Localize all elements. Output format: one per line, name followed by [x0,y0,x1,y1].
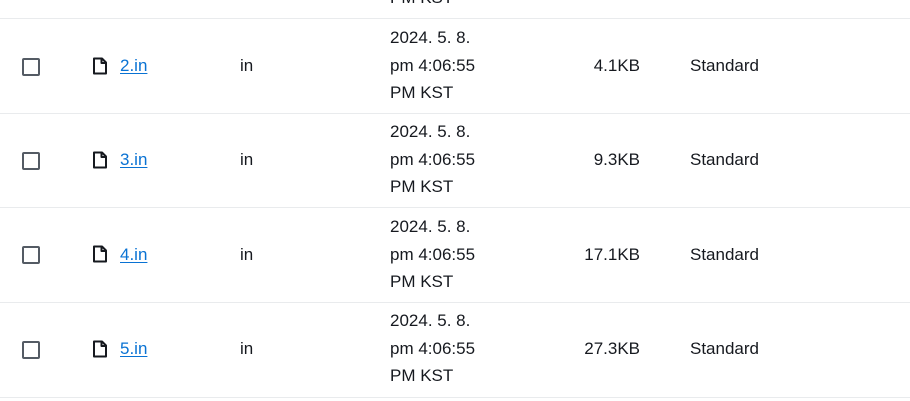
object-name-link[interactable]: 3.in [120,149,147,171]
last-modified-date: 2024. 5. 8. [390,122,471,141]
row-select-checkbox[interactable] [22,58,40,76]
last-modified: 2024. 5. 8. pm 4:06:55 PM KST [390,213,475,296]
file-icon [93,57,107,75]
object-name-link[interactable]: 4.in [120,244,147,266]
object-size: 27.3KB [584,339,640,358]
storage-class: Standard [690,56,759,75]
last-modified-time: pm 4:06:55 [390,55,476,75]
object-name-link[interactable]: 2.in [120,55,147,77]
row-select-checkbox[interactable] [22,152,40,170]
table-row[interactable]: 3.in in 2024. 5. 8. pm 4:06:55 PM KST 9.… [0,114,910,207]
row-select-checkbox[interactable] [22,246,40,264]
storage-class: Standard [690,339,759,358]
object-type: in [240,150,254,169]
object-size: 4.1KB [593,56,640,75]
last-modified-date: 2024. 5. 8. [390,28,471,47]
storage-class: Standard [690,150,759,169]
last-modified-time: pm 4:06:55 [390,149,476,169]
last-modified: 2024. 5. 8. pm 4:06:55 PM KST [390,24,475,107]
last-modified-zone: PM KST [390,177,454,196]
row-divider [0,397,910,398]
last-modified-time: pm 4:06:55 [390,338,476,358]
file-icon [93,151,107,169]
last-modified-zone: PM KST [390,272,454,291]
object-size: 17.1KB [584,245,640,264]
last-modified: 2024. 5. 8. pm 4:06:55 PM KST [390,307,475,390]
last-modified-date: 2024. 5. 8. [390,311,471,330]
row-select-checkbox[interactable] [22,341,40,359]
storage-class: Standard [690,245,759,264]
table-row[interactable]: 5.in in 2024. 5. 8. pm 4:06:55 PM KST 27… [0,303,910,397]
previous-row-date-fragment: PM KST [390,0,453,8]
table-row[interactable]: 2.in in 2024. 5. 8. pm 4:06:55 PM KST 4.… [0,19,910,113]
object-type: in [240,339,254,358]
last-modified-zone: PM KST [390,83,454,102]
last-modified: 2024. 5. 8. pm 4:06:55 PM KST [390,118,475,201]
object-name-link[interactable]: 5.in [120,338,147,360]
object-type: in [240,56,254,75]
last-modified-zone: PM KST [390,366,454,385]
file-icon [93,340,107,358]
file-icon [93,245,107,263]
table-row[interactable]: 4.in in 2024. 5. 8. pm 4:06:55 PM KST 17… [0,208,910,302]
last-modified-time: pm 4:06:55 [390,244,476,264]
object-type: in [240,245,254,264]
object-size: 9.3KB [593,150,640,169]
last-modified-date: 2024. 5. 8. [390,217,471,236]
